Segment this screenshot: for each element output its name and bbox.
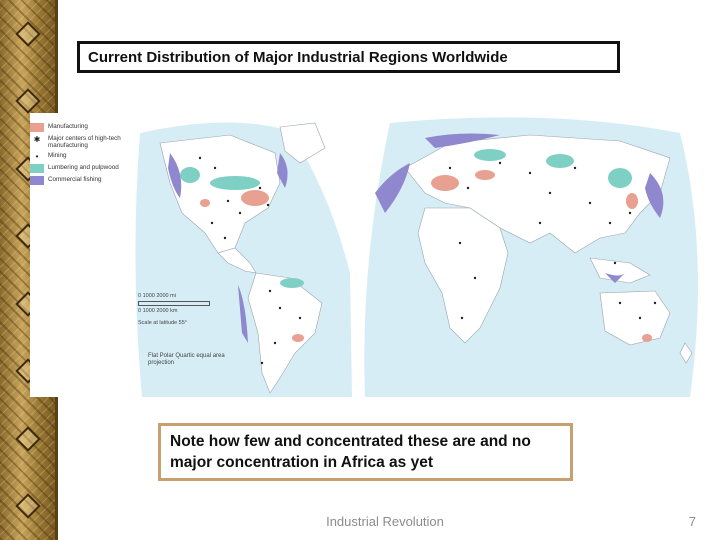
legend-item-mining: • Mining bbox=[30, 152, 140, 161]
legend-label: Major centers of high-tech manufacturing bbox=[48, 135, 121, 150]
lumbering-region bbox=[546, 154, 574, 168]
world-map: Manufacturing ✱ Major centers of high-te… bbox=[30, 113, 708, 397]
manufacturing-swatch bbox=[30, 123, 44, 132]
legend-label: Mining bbox=[48, 152, 67, 160]
scale-values-km: 0 1000 2000 km bbox=[138, 308, 178, 314]
manufacturing-region bbox=[241, 190, 269, 206]
legend-item-high-tech: ✱ Major centers of high-tech manufacturi… bbox=[30, 135, 140, 149]
page-number: 7 bbox=[688, 514, 696, 529]
scale-caption: Scale at latitude 55° bbox=[138, 320, 187, 326]
slide-footer: Industrial Revolution bbox=[326, 514, 444, 529]
border-ornament bbox=[14, 21, 41, 47]
lumbering-region bbox=[210, 176, 260, 190]
legend-label: Lumbering and pulpwood bbox=[48, 164, 119, 172]
legend-label: Manufacturing bbox=[48, 123, 88, 130]
manufacturing-region bbox=[475, 170, 495, 180]
mining-dot-icon: • bbox=[35, 152, 39, 162]
slide-title: Current Distribution of Major Industrial… bbox=[77, 41, 620, 73]
border-ornament bbox=[14, 88, 41, 114]
legend-item-manufacturing: Manufacturing bbox=[30, 123, 140, 132]
map-scale: 0 1000 2000 mi 0 1000 2000 km Scale at l… bbox=[138, 293, 210, 326]
scale-values: 0 1000 2000 mi bbox=[138, 293, 176, 299]
lumbering-region bbox=[280, 278, 304, 288]
manufacturing-region bbox=[292, 334, 304, 342]
manufacturing-region bbox=[200, 199, 210, 207]
border-ornament bbox=[14, 493, 41, 519]
legend-item-lumbering: Lumbering and pulpwood bbox=[30, 164, 140, 174]
legend-label: Commercial fishing bbox=[48, 176, 102, 184]
lumbering-swatch bbox=[30, 164, 44, 174]
scale-bar bbox=[138, 301, 210, 306]
fishing-swatch bbox=[30, 176, 44, 186]
manufacturing-region bbox=[626, 193, 638, 209]
map-projection: Flat Polar Quartic equal area projection bbox=[148, 353, 225, 367]
manufacturing-region bbox=[431, 175, 459, 191]
legend-item-fishing: Commercial fishing bbox=[30, 176, 140, 186]
lumbering-region bbox=[180, 167, 200, 183]
lumbering-region bbox=[474, 149, 506, 161]
manufacturing-region bbox=[642, 334, 652, 342]
note-callout: Note how few and concentrated these are … bbox=[158, 423, 573, 481]
lumbering-region bbox=[608, 168, 632, 188]
high-tech-star-icon: ✱ bbox=[33, 134, 41, 144]
map-legend: Manufacturing ✱ Major centers of high-te… bbox=[30, 123, 140, 188]
border-ornament bbox=[14, 426, 41, 452]
